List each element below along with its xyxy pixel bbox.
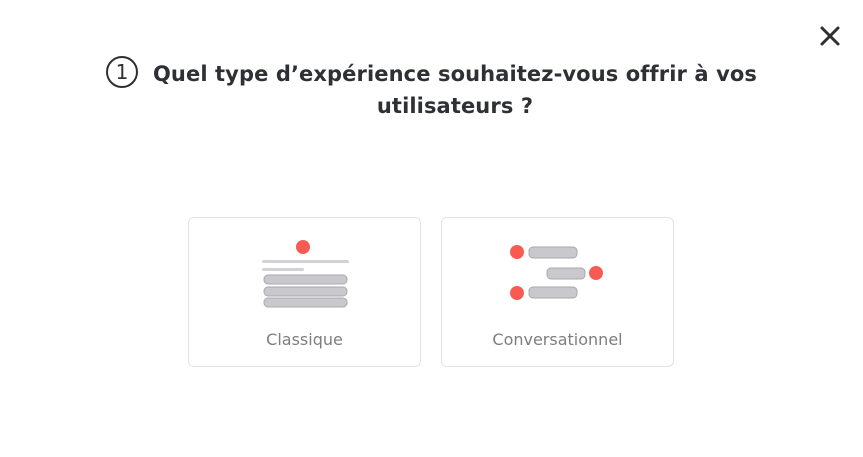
close-button[interactable] xyxy=(818,24,842,48)
close-icon xyxy=(820,26,840,46)
experience-options: Classique Conversationnel xyxy=(188,217,674,367)
experience-type-dialog: 1 Quel type d’expérience souhaitez-vous … xyxy=(0,0,863,457)
question-heading: Quel type d’expérience souhaitez-vous of… xyxy=(152,62,757,118)
option-label-conversationnel: Conversationnel xyxy=(492,330,623,349)
option-card-classique[interactable]: Classique xyxy=(188,217,421,367)
step-number-badge: 1 xyxy=(106,56,138,88)
option-card-conversationnel[interactable]: Conversationnel xyxy=(441,217,674,367)
classic-form-illustration-icon xyxy=(262,240,349,308)
conversational-form-illustration-icon xyxy=(510,245,603,300)
option-label-classique: Classique xyxy=(266,330,343,349)
